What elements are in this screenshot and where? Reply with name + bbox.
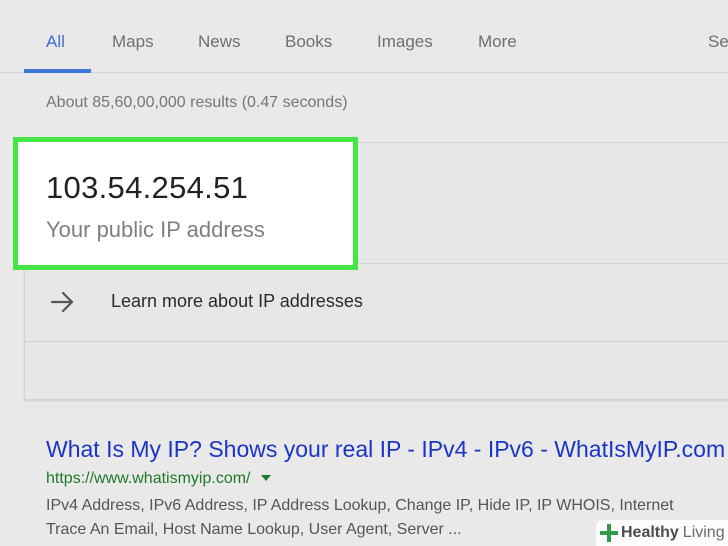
active-tab-indicator (24, 69, 91, 73)
tab-all[interactable]: All (46, 32, 65, 52)
tab-books[interactable]: Books (285, 32, 332, 52)
tab-maps[interactable]: Maps (112, 32, 154, 52)
tab-more[interactable]: More (478, 32, 517, 52)
tab-images[interactable]: Images (377, 32, 433, 52)
arrow-right-icon[interactable] (50, 290, 76, 314)
watermark-text-strong: Healthy (621, 524, 679, 541)
ip-address-caption: Your public IP address (46, 217, 265, 242)
ip-address-value: 103.54.254.51 (46, 170, 249, 205)
result-snippet-line: Trace An Email, Host Name Lookup, User A… (46, 521, 462, 538)
learn-more-ip-link[interactable]: Learn more about IP addresses (111, 291, 363, 312)
results-count: About 85,60,00,000 results (0.47 seconds… (46, 94, 348, 111)
leaf-cross-icon (600, 524, 618, 542)
watermark-text-light: Living (682, 524, 725, 541)
tab-settings[interactable]: Se (708, 32, 728, 52)
result-url-text[interactable]: https://www.whatismyip.com/ (46, 470, 251, 487)
result-url[interactable]: https://www.whatismyip.com/ (46, 470, 271, 488)
caret-down-icon[interactable] (260, 474, 271, 481)
watermark-logo: Healthy Living (596, 520, 728, 546)
result-snippet-line: IPv4 Address, IPv6 Address, IP Address L… (46, 497, 674, 514)
tab-news[interactable]: News (198, 32, 241, 52)
card-divider (24, 341, 728, 342)
result-title-link[interactable]: What Is My IP? Shows your real IP - IPv4… (46, 436, 725, 463)
search-tabs-bar: All Maps News Books Images More Se (0, 0, 728, 73)
